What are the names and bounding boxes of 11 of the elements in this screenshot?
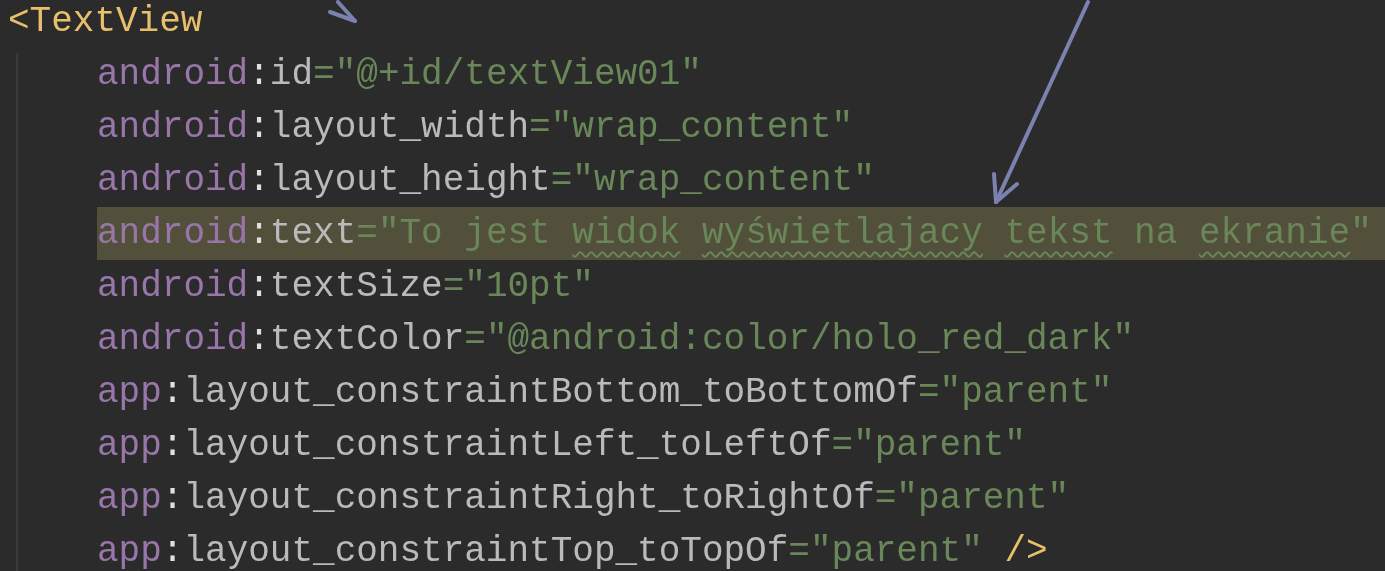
code-line: <TextView [7,0,203,44]
code-line: app:layout_constraintTop_toTopOf="parent" /> [97,530,1049,571]
code-line: android:id="@+id/textView01" [97,53,703,97]
code-line: app:layout_constraintRight_toRightOf="parent" [97,477,1071,521]
code-line: android:textColor="@android:color/holo_red_dark" [97,318,1135,362]
code-line: android:textSize="10pt" [97,265,595,309]
code-line: app:layout_constraintBottom_toBottomOf="parent" [97,371,1114,415]
code-line: android:layout_width="wrap_content" [97,106,855,150]
arrow [328,0,357,23]
code-line: android:layout_height="wrap_content" [97,159,876,203]
code-line: app:layout_constraintLeft_toLeftOf="parent" [97,424,1027,468]
